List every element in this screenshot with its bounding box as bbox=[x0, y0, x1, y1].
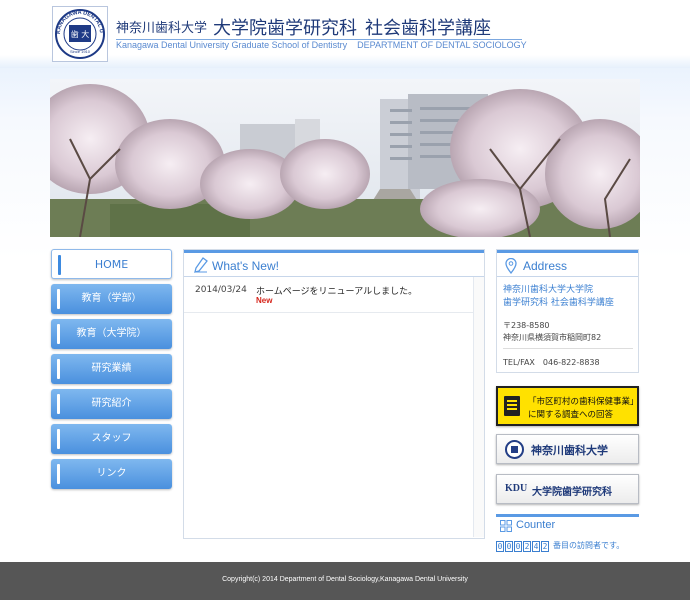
news-text[interactable]: ホームページをリニューアルしました。 bbox=[256, 284, 417, 297]
counter-digit: 2 bbox=[541, 541, 549, 552]
grid-icon bbox=[500, 520, 512, 532]
nav-item-research-achievements[interactable]: 研究業績 bbox=[51, 354, 172, 384]
nav-item-undergraduate-education[interactable]: 教育（学部） bbox=[51, 284, 172, 314]
new-badge: New bbox=[256, 296, 273, 305]
kdu-logo-text: KDU bbox=[505, 483, 528, 494]
document-icon bbox=[504, 396, 520, 416]
footer: Copyright(c) 2014 Department of Dental S… bbox=[0, 562, 690, 600]
news-item[interactable]: 2014/03/24 ホームページをリニューアルしました。 New bbox=[184, 277, 473, 313]
nav-item-home[interactable]: HOME bbox=[51, 249, 172, 279]
survey-banner-line1: 「市区町村の歯科保健事業」 bbox=[528, 397, 639, 407]
street-address: 神奈川県横須賀市稲岡町82 bbox=[503, 333, 602, 342]
address-postal-block: 〒238-8580 神奈川県横須賀市稲岡町82 bbox=[503, 320, 601, 344]
kanagawa-dental-university-banner[interactable]: 神奈川歯科大学 bbox=[496, 434, 639, 464]
counter-digit: 0 bbox=[505, 541, 513, 552]
university-name: 神奈川歯科大学 bbox=[116, 21, 208, 36]
pencil-icon bbox=[194, 257, 208, 273]
address-title: Address bbox=[523, 259, 568, 273]
university-seal-icon bbox=[505, 440, 524, 459]
university-seal-icon: KANAGAWA DENTAL UNIVERSITY 歯 大 Since 191… bbox=[54, 8, 105, 59]
whats-new-panel: What's New! 2014/03/24 ホームページをリニューアルしました… bbox=[183, 249, 485, 539]
department-name: 社会歯科学講座 bbox=[365, 18, 492, 39]
address-panel: Address 神奈川歯科大学大学院 歯学研究科 社会歯科学講座 〒238-85… bbox=[496, 249, 639, 373]
page: KANAGAWA DENTAL UNIVERSITY 歯 大 Since 191… bbox=[0, 0, 690, 600]
counter-suffix: 番目の訪問者です。 bbox=[553, 541, 625, 550]
logo-year-text: Since 1910 bbox=[70, 49, 91, 54]
graduate-school-name: 大学院歯学研究科 bbox=[213, 18, 358, 39]
counter-header: Counter bbox=[496, 514, 639, 532]
nav-item-links[interactable]: リンク bbox=[51, 459, 172, 489]
subtitle-department: DEPARTMENT OF DENTAL SOCIOLOGY bbox=[357, 40, 527, 50]
whats-new-header: What's New! bbox=[184, 250, 484, 277]
news-scrollbar[interactable] bbox=[473, 277, 484, 537]
counter-body: 0 0 0 2 4 2 番目の訪問者です。 bbox=[496, 534, 624, 553]
counter-digit: 2 bbox=[523, 541, 531, 552]
postal-code: 〒238-8580 bbox=[503, 321, 550, 330]
university-logo[interactable]: KANAGAWA DENTAL UNIVERSITY 歯 大 Since 191… bbox=[52, 6, 108, 62]
nav-item-graduate-education[interactable]: 教育（大学院） bbox=[51, 319, 172, 349]
nav-item-research-introduction[interactable]: 研究紹介 bbox=[51, 389, 172, 419]
main-nav: HOME 教育（学部） 教育（大学院） 研究業績 研究紹介 スタッフ リンク bbox=[51, 249, 172, 494]
survey-banner-line2: に関する調査への回答 bbox=[528, 410, 614, 420]
address-organization: 神奈川歯科大学大学院 歯学研究科 社会歯科学講座 bbox=[503, 284, 614, 310]
counter-digit: 0 bbox=[496, 541, 504, 552]
copyright-text: Copyright(c) 2014 Department of Dental S… bbox=[222, 576, 468, 583]
campus-photo bbox=[50, 79, 640, 237]
graduate-school-banner[interactable]: KDU 大学院歯学研究科 bbox=[496, 474, 639, 504]
counter-title: Counter bbox=[516, 519, 556, 531]
map-pin-icon bbox=[505, 258, 517, 274]
visitor-counter: Counter 0 0 0 2 4 2 番目の訪問者です。 bbox=[496, 514, 639, 552]
address-name-line2: 歯学研究科 社会歯科学講座 bbox=[503, 298, 614, 308]
survey-response-banner[interactable]: 「市区町村の歯科保健事業」 に関する調査への回答 bbox=[496, 386, 639, 426]
logo-seal-text: 歯 大 bbox=[71, 29, 90, 39]
nav-item-staff[interactable]: スタッフ bbox=[51, 424, 172, 454]
news-list[interactable]: 2014/03/24 ホームページをリニューアルしました。 New bbox=[184, 277, 474, 537]
whats-new-title: What's New! bbox=[212, 259, 279, 273]
phone-number: TEL/FAX 046-822-8838 bbox=[503, 358, 600, 367]
university-banner-label: 神奈川歯科大学 bbox=[531, 444, 608, 457]
counter-digit: 4 bbox=[532, 541, 540, 552]
subtitle-school: Kanagawa Dental University Graduate Scho… bbox=[116, 40, 348, 50]
address-name-line1: 神奈川歯科大学大学院 bbox=[503, 285, 594, 295]
news-date: 2014/03/24 bbox=[195, 285, 247, 295]
site-title: 神奈川歯科大学 大学院歯学研究科 社会歯科学講座 bbox=[116, 14, 491, 40]
hero-cherry-blossom-image bbox=[50, 79, 640, 237]
address-divider bbox=[503, 348, 633, 349]
address-header: Address bbox=[497, 250, 638, 277]
site-subtitle: Kanagawa Dental University Graduate Scho… bbox=[116, 40, 527, 50]
graduate-banner-label: 大学院歯学研究科 bbox=[532, 487, 612, 498]
counter-digit: 0 bbox=[514, 541, 522, 552]
